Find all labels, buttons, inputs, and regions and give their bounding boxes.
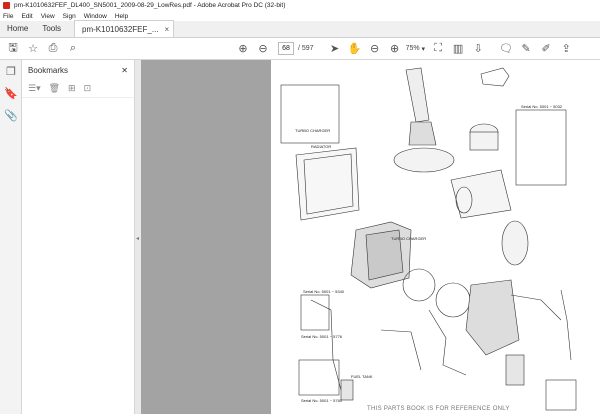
label-serial-1: Serial No. 5001 ~ 5032 [521,104,563,109]
label-turbo-charger-2: TURBO CHARGER [391,236,426,241]
acrobat-icon [3,2,10,9]
prev-page-icon[interactable]: ⊕ [236,42,250,56]
collapse-arrow-icon[interactable]: ◂ [136,235,139,242]
document-canvas[interactable]: TURBO CHARGER TURBO CHARGER RADIATOR FUE… [141,60,600,414]
expand-icon[interactable]: ⊡ [84,83,92,94]
hand-tool-icon[interactable]: ✋ [348,42,362,56]
pen-icon[interactable]: ✎ [519,42,533,56]
left-rail: ❐ 🔖 📎 [0,60,22,414]
menu-window[interactable]: Window [84,13,107,20]
share-icon[interactable]: ⇪ [559,42,573,56]
menu-view[interactable]: View [41,13,55,20]
page-total: / 597 [298,45,314,52]
new-bookmark-icon[interactable]: ⊞ [68,83,76,94]
toolbar: 🖫 ☆ ⎙ ⌕ ⊕ ⊖ 68 / 597 ➤ ✋ ⊖ ⊕ 75% ▾ ⛶ ▥ ⇩… [0,38,600,60]
label-serial-4: Serial No. 5001 ~ 5760 [301,398,343,403]
tab-document[interactable]: pm-K1010632FEF_... × [74,20,175,37]
tab-tools[interactable]: Tools [35,20,68,37]
bookmark-icon[interactable]: 🔖 [0,82,22,104]
comment-icon[interactable]: 🗨 [499,42,513,56]
pdf-page: TURBO CHARGER TURBO CHARGER RADIATOR FUE… [271,60,600,414]
bookmarks-panel: Bookmarks ✕ ☰▾ 🗑 ⊞ ⊡ [22,60,135,414]
bookmarks-title: Bookmarks [28,65,69,75]
label-radiator: RADIATOR [311,144,331,149]
page-number-input[interactable]: 68 [278,42,294,55]
window-title: pm-K1010632FEF_DL400_SN5001_2009-08-29_L… [14,2,286,9]
close-icon[interactable]: × [165,25,170,34]
zoom-in-icon[interactable]: ⊕ [388,42,402,56]
print-icon[interactable]: ⎙ [46,42,60,56]
label-serial-2: Serial No. 5001 ~ 5340 [303,289,345,294]
attachment-icon[interactable]: 📎 [0,104,22,126]
menu-help[interactable]: Help [115,13,128,20]
highlight-icon[interactable]: ✐ [539,42,553,56]
options-icon[interactable]: ☰▾ [28,83,41,94]
page-display-icon[interactable]: ▥ [451,42,465,56]
tab-bar: Home Tools pm-K1010632FEF_... × [0,20,600,38]
close-panel-icon[interactable]: ✕ [121,66,128,75]
star-icon[interactable]: ☆ [26,42,40,56]
pages-icon[interactable]: ❐ [0,60,22,82]
label-serial-3: Serial No. 5001 ~ 5776 [301,334,343,339]
scroll-mode-icon[interactable]: ⇩ [471,42,485,56]
reference-footer: THIS PARTS BOOK IS FOR REFERENCE ONLY [367,406,510,412]
parts-diagram: TURBO CHARGER TURBO CHARGER RADIATOR FUE… [280,67,577,411]
menu-sign[interactable]: Sign [63,13,76,20]
select-cursor-icon[interactable]: ➤ [328,42,342,56]
label-fuel-tank: FUEL TANK [351,374,373,379]
save-icon[interactable]: 🖫 [6,42,20,56]
next-page-icon[interactable]: ⊖ [256,42,270,56]
zoom-value: 75% [405,45,420,52]
title-bar: pm-K1010632FEF_DL400_SN5001_2009-08-29_L… [0,0,600,11]
fit-page-icon[interactable]: ⛶ [431,42,445,56]
tab-document-label: pm-K1010632FEF_... [82,24,159,34]
menu-file[interactable]: File [3,13,13,20]
menu-edit[interactable]: Edit [21,13,32,20]
tab-home[interactable]: Home [0,20,35,37]
search-icon[interactable]: ⌕ [66,42,80,56]
zoom-out-icon[interactable]: ⊖ [368,42,382,56]
delete-icon[interactable]: 🗑 [49,83,60,94]
label-turbo-charger-1: TURBO CHARGER [295,128,330,133]
zoom-level[interactable]: 75% ▾ [406,45,425,53]
